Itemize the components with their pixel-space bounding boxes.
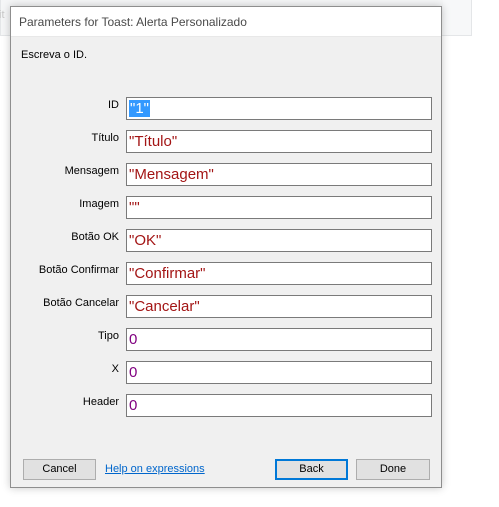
field-value-botao-ok: "OK"	[129, 232, 162, 249]
field-value-botao-cancelar: "Cancelar"	[129, 298, 200, 315]
field-input-botao-ok[interactable]: "OK"	[126, 229, 432, 252]
field-input-botao-cancelar[interactable]: "Cancelar"	[126, 295, 432, 318]
done-button[interactable]: Done	[356, 459, 430, 480]
background-window-text: it	[0, 9, 5, 21]
field-label-mensagem: Mensagem	[64, 165, 119, 177]
field-label-botao-ok: Botão OK	[71, 231, 119, 243]
field-input-header[interactable]: 0	[126, 394, 432, 417]
cancel-button[interactable]: Cancel	[23, 459, 96, 480]
help-on-expressions-link[interactable]: Help on expressions	[105, 463, 205, 475]
field-label-tipo: Tipo	[98, 330, 119, 342]
parameters-dialog: Parameters for Toast: Alerta Personaliza…	[10, 6, 442, 488]
field-label-header: Header	[82, 396, 119, 408]
prompt-text: Escreva o ID.	[21, 49, 88, 61]
field-input-botao-confirmar[interactable]: "Confirmar"	[126, 262, 432, 285]
field-value-x: 0	[129, 364, 138, 381]
field-value-id: "1"	[129, 100, 150, 117]
field-input-id[interactable]: "1"	[126, 97, 432, 120]
field-value-imagem: ""	[129, 199, 140, 216]
field-value-mensagem: "Mensagem"	[129, 166, 214, 183]
field-input-tipo[interactable]: 0	[126, 328, 432, 351]
field-value-header: 0	[129, 397, 138, 414]
field-input-imagem[interactable]: ""	[126, 196, 432, 219]
background-window-edge	[443, 0, 472, 36]
field-input-mensagem[interactable]: "Mensagem"	[126, 163, 432, 186]
field-label-titulo: Título	[91, 132, 119, 144]
field-label-imagem: Imagem	[79, 198, 119, 210]
field-label-botao-cancelar: Botão Cancelar	[43, 297, 119, 309]
dialog-titlebar[interactable]: Parameters for Toast: Alerta Personaliza…	[11, 7, 441, 37]
field-value-titulo: "Título"	[129, 133, 178, 150]
field-input-titulo[interactable]: "Título"	[126, 130, 432, 153]
field-label-botao-confirmar: Botão Confirmar	[38, 264, 119, 276]
field-label-x: X	[111, 363, 119, 375]
field-input-x[interactable]: 0	[126, 361, 432, 384]
field-label-id: ID	[108, 99, 119, 111]
dialog-title: Parameters for Toast: Alerta Personaliza…	[19, 15, 247, 29]
field-value-botao-confirmar: "Confirmar"	[129, 265, 206, 282]
field-value-tipo: 0	[129, 331, 138, 348]
back-button[interactable]: Back	[275, 459, 348, 480]
